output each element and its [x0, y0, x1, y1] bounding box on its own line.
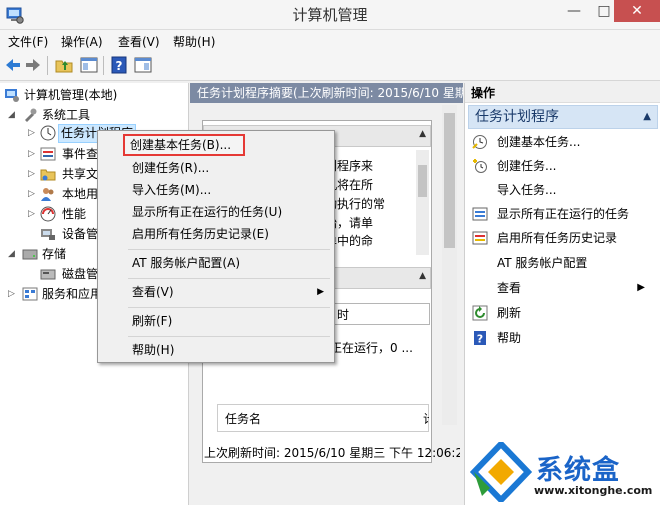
action-enable-history[interactable]: 启用所有任务历史记录 — [465, 227, 660, 249]
storage-icon — [22, 249, 38, 260]
action-create-task[interactable]: 创建任务... — [465, 155, 660, 177]
event-viewer-icon — [40, 147, 56, 161]
tree-node-device-manager[interactable]: 设备管 — [40, 224, 100, 244]
svg-text:?: ? — [116, 59, 123, 73]
menu-show-running-tasks[interactable]: 显示所有正在运行的任务(U) — [100, 201, 332, 223]
column-task-name[interactable]: 任务名 — [225, 410, 261, 427]
shared-folder-icon — [40, 169, 56, 181]
menu-refresh[interactable]: 刷新(F) — [100, 310, 332, 332]
show-hide-action-pane-icon[interactable] — [134, 56, 152, 74]
menu-separator — [128, 278, 330, 279]
expand-arrow-icon[interactable]: ▷ — [8, 284, 15, 304]
last-refresh-time: 上次刷新时间: 2015/6/10 星期三 下午 12:06:25 — [204, 446, 460, 460]
close-button[interactable]: ✕ — [614, 0, 660, 22]
tree-node-shared-folders[interactable]: ▷ 共享文 — [28, 164, 98, 184]
tree-node-services-apps[interactable]: ▷ 服务和应用 — [8, 284, 108, 304]
menu-create-basic-task[interactable]: 创建基本任务(B)... — [123, 134, 245, 156]
expand-arrow-icon[interactable]: ▷ — [28, 164, 35, 184]
expand-arrow-icon[interactable]: ▷ — [28, 204, 35, 224]
action-refresh[interactable]: 刷新 — [465, 302, 660, 324]
menu-separator — [128, 249, 330, 250]
submenu-arrow-icon: ▶ — [317, 287, 324, 297]
help-icon[interactable]: ? — [110, 56, 128, 74]
collapse-icon[interactable]: ▲ — [643, 106, 651, 128]
history-icon — [472, 231, 488, 245]
help-icon: ? — [474, 331, 486, 346]
tree-node-root[interactable]: 计算机管理(本地) — [4, 85, 184, 105]
device-manager-icon — [41, 229, 55, 240]
refresh-icon — [472, 305, 488, 321]
action-create-basic-task[interactable]: 创建基本任务... — [465, 131, 660, 153]
menu-enable-history[interactable]: 启用所有任务历史记录(E) — [100, 223, 332, 245]
summary-scroll-thumb[interactable] — [444, 113, 455, 248]
svg-text:?: ? — [477, 333, 483, 346]
watermark-logo: 系统盒 www.xitonghe.com — [470, 440, 660, 505]
action-help[interactable]: ? 帮助 — [465, 327, 660, 349]
performance-icon — [40, 206, 56, 222]
overview-scroll-thumb[interactable] — [418, 165, 427, 197]
menu-import-task[interactable]: 导入任务(M)... — [100, 179, 332, 201]
action-at-service-config[interactable]: AT 服务帐户配置 — [465, 252, 660, 274]
submenu-arrow-icon: ▶ — [637, 282, 645, 293]
tree-node-system-tools[interactable]: ◢ 系统工具 — [8, 105, 178, 125]
services-icon — [22, 287, 38, 301]
tree-node-local-users[interactable]: ▷ 本地用 — [28, 184, 98, 204]
tree-node-disk-management[interactable]: 磁盘管 — [40, 264, 100, 284]
forward-arrow-icon[interactable] — [24, 56, 42, 74]
minimize-button[interactable]: — — [560, 0, 588, 22]
menu-file[interactable]: 文件(F) — [8, 33, 48, 50]
menu-separator — [128, 336, 330, 337]
context-menu: 创建基本任务(B)... 创建任务(R)... 导入任务(M)... 显示所有正… — [97, 130, 335, 363]
computer-management-icon — [5, 89, 19, 102]
create-task-icon — [473, 159, 487, 173]
logo-mark-icon — [470, 442, 532, 502]
actions-group-task-scheduler[interactable]: 任务计划程序 ▲ — [468, 105, 658, 129]
title-bar: 计算机管理 — □ ✕ — [0, 0, 660, 30]
menu-help[interactable]: 帮助(H) — [100, 339, 332, 361]
expand-arrow-icon[interactable]: ▷ — [28, 184, 35, 204]
status-period-dropdown[interactable]: 时 — [330, 303, 430, 325]
tree-node-storage[interactable]: ◢ 存储 — [8, 244, 88, 264]
back-arrow-icon[interactable] — [4, 56, 22, 74]
logo-name: 系统盒 — [536, 455, 620, 486]
menu-create-task[interactable]: 创建任务(R)... — [100, 157, 332, 179]
collapse-icon[interactable]: ▲ — [419, 271, 426, 281]
menu-view[interactable]: 查看(V) ▶ — [100, 281, 332, 303]
logo-url: www.xitonghe.com — [534, 484, 653, 497]
running-tasks-icon — [472, 207, 488, 221]
collapse-arrow-icon[interactable]: ◢ — [8, 244, 15, 264]
expand-arrow-icon[interactable]: ▷ — [28, 144, 35, 164]
tree-node-performance[interactable]: ▷ 性能 — [28, 204, 98, 224]
clock-icon — [40, 125, 56, 141]
users-icon — [41, 188, 54, 201]
action-show-running-tasks[interactable]: 显示所有正在运行的任务 — [465, 203, 660, 225]
tree-node-event-viewer[interactable]: ▷ 事件查 — [28, 144, 98, 164]
column-next[interactable]: 计 — [423, 410, 429, 427]
status-summary: 正在运行，0 ... — [330, 341, 413, 355]
collapse-arrow-icon[interactable]: ◢ — [8, 105, 15, 125]
show-hide-tree-icon[interactable] — [80, 56, 98, 74]
menu-bar: 文件(F) 操作(A) 查看(V) 帮助(H) — [0, 30, 660, 50]
create-basic-task-icon — [472, 135, 487, 149]
up-folder-icon[interactable] — [55, 56, 73, 74]
menu-help[interactable]: 帮助(H) — [173, 33, 215, 50]
toolbar: ? — [0, 50, 660, 81]
tools-icon — [25, 108, 37, 122]
menu-at-service-config[interactable]: AT 服务帐户配置(A) — [100, 252, 332, 274]
actions-title: 操作 — [465, 83, 660, 103]
summary-header: 任务计划程序摘要(上次刷新时间: 2015/6/10 星期三 — [190, 83, 463, 103]
collapse-icon[interactable]: ▲ — [419, 129, 426, 139]
action-view[interactable]: 查看 ▶ — [465, 277, 660, 299]
menu-view[interactable]: 查看(V) — [118, 33, 160, 50]
expand-arrow-icon[interactable]: ▷ — [28, 123, 35, 143]
task-table-header: 任务名 计 — [217, 404, 429, 432]
action-import-task[interactable]: 导入任务... — [465, 179, 660, 201]
disk-icon — [40, 269, 56, 280]
menu-action[interactable]: 操作(A) — [61, 33, 103, 50]
menu-separator — [128, 307, 330, 308]
